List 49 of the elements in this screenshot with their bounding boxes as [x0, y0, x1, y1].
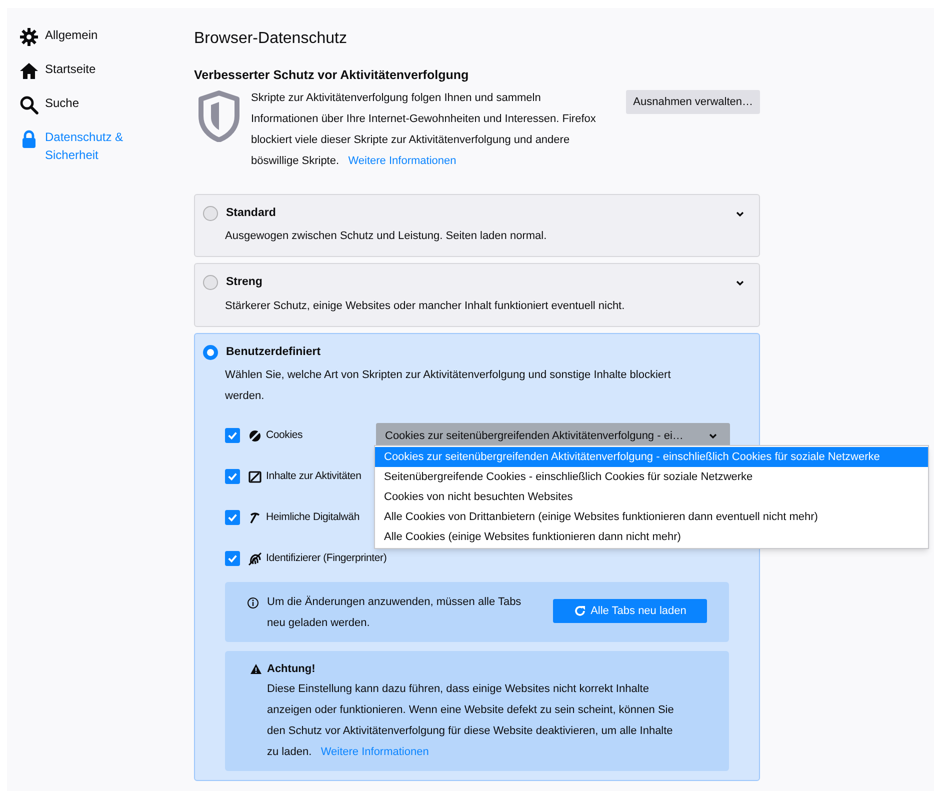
info-icon [247, 596, 259, 609]
checkbox-label: Heimliche Digitalwäh [266, 510, 360, 525]
checkbox-label: Inhalte zur Aktivitäten [266, 468, 362, 484]
radio-button[interactable] [203, 206, 218, 222]
checkbox[interactable] [225, 469, 240, 484]
section-heading: Verbesserter Schutz vor Aktivitätenverfolgung [194, 67, 470, 84]
option-title: Standard [226, 206, 276, 221]
radio-button[interactable] [203, 344, 218, 360]
option-title: Streng [226, 275, 262, 290]
sidebar-item[interactable]: Suche [19, 94, 169, 115]
checkbox-label: Identifizierer (Fingerprinter) [266, 550, 387, 566]
warning-text: Diese Einstellung kann dazu führen, dass einige Websites nicht korrekt Inhalte anzeigen oder funktionieren. Wenn eine Website defekt zu sein scheint, können Sie den Schutz vor Aktivitätenverfolgung für diese Website deaktivieren, um alle Inhalte zu laden. Weitere Informationen [267, 682, 675, 760]
description-text: Skripte zur Aktivitätenverfolgung folgen Ihnen und sammeln Informationen über Ihre Internet-Gewohnheiten und Interessen. Firefox blockiert viele dieser Skripte zur Aktivitätenverfolgung und andere böswillige Skripte. Weitere Informationen [251, 91, 596, 169]
check-icon [227, 512, 238, 524]
shield-icon [197, 90, 241, 142]
option-description: Stärkerer Schutz, einige Websites oder mancher Inhalt funktioniert eventuell nicht. [225, 298, 626, 314]
warning-icon [250, 663, 262, 675]
reload-icon [574, 604, 586, 617]
manage-exceptions-button[interactable]: Ausnahmen verwalten… [626, 90, 760, 114]
home-icon [19, 61, 39, 81]
check-icon [227, 430, 238, 442]
gear-icon [19, 27, 39, 47]
cookie-icon [248, 428, 262, 443]
option-description: Wählen Sie, welche Art von Skripten zur Aktivitätenverfolgung und sonstige Inhalte blockiert werden. [225, 368, 672, 404]
option-description: Ausgewogen zwischen Schutz und Leistung. Seiten laden normal. [225, 229, 548, 244]
option-title: Benutzerdefiniert [226, 344, 321, 360]
reload-tabs-button[interactable]: Alle Tabs neu laden [553, 598, 707, 623]
dropdown-option[interactable]: Cookies von nicht besuchten Websites [375, 487, 928, 507]
fingerprint-icon [248, 552, 262, 566]
checkbox[interactable] [225, 428, 240, 444]
radio-button[interactable] [203, 275, 218, 290]
checkbox[interactable] [225, 551, 240, 566]
dropdown-option[interactable]: Seitenübergreifende Cookies - einschließlich Cookies für soziale Netzwerke [375, 467, 928, 487]
sidebar-item[interactable]: Datenschutz & Sicherheit [19, 128, 169, 164]
checkbox[interactable] [225, 510, 240, 526]
search-icon [19, 95, 39, 115]
pickaxe-icon [248, 510, 262, 525]
check-icon [227, 553, 238, 564]
dropdown-option[interactable]: Alle Cookies von Drittanbietern (einige Websites funktionieren dann eventuell nicht mehr) [375, 507, 928, 527]
page-title: Browser-Datenschutz [194, 29, 348, 49]
sidebar-item[interactable]: Startseite [19, 60, 169, 81]
warning-title: Achtung! [267, 662, 316, 677]
sidebar-item[interactable]: Allgemein [19, 26, 169, 47]
checkbox-label: Cookies [266, 428, 303, 443]
dropdown-option[interactable]: Cookies zur seitenübergreifenden Aktivitätenverfolgung - einschließlich Cookies für soziale Netzwerke [375, 447, 928, 467]
notice-text: Um die Änderungen anzuwenden, müssen alle Tabs neu geladen werden. [267, 594, 522, 631]
dropdown-option[interactable]: Alle Cookies (einige Websites funktionieren dann nicht mehr) [375, 527, 928, 547]
check-icon [227, 471, 238, 482]
blocked-content-icon [248, 470, 262, 484]
